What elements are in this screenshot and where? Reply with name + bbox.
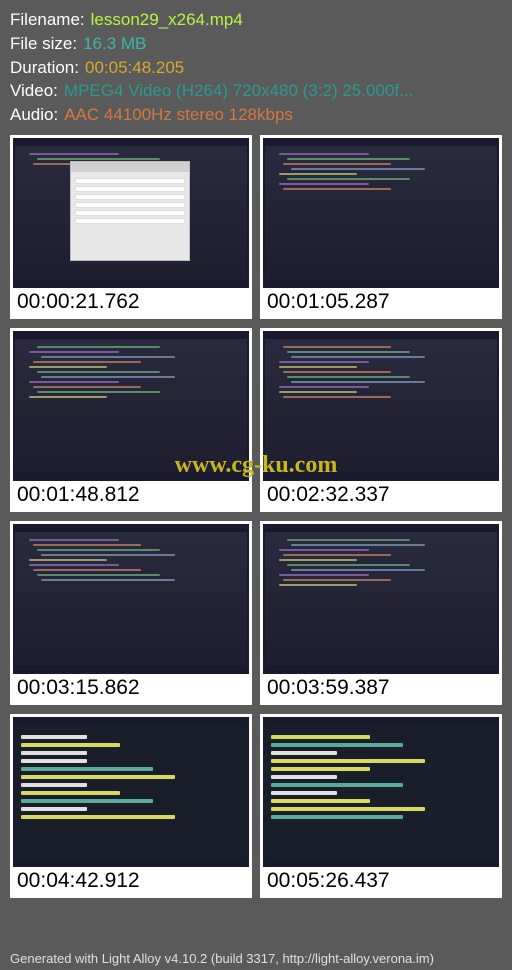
footer-text: Generated with Light Alloy v4.10.2 (buil… xyxy=(10,951,502,966)
duration-row: Duration: 00:05:48.205 xyxy=(10,56,502,80)
thumbnail[interactable]: 00:04:42.912 xyxy=(10,714,252,898)
filesize-label: File size: xyxy=(10,32,77,56)
duration-label: Duration: xyxy=(10,56,79,80)
filename-row: Filename: lesson29_x264.mp4 xyxy=(10,8,502,32)
thumbnail-timestamp: 00:00:21.762 xyxy=(13,288,249,316)
audio-row: Audio: AAC 44100Hz stereo 128kbps xyxy=(10,103,502,127)
thumbnail-image xyxy=(263,331,499,481)
thumbnail[interactable]: 00:00:21.762 xyxy=(10,135,252,319)
audio-value: AAC 44100Hz stereo 128kbps xyxy=(64,103,293,127)
thumbnail-timestamp: 00:03:59.387 xyxy=(263,674,499,702)
thumbnail-timestamp: 00:03:15.862 xyxy=(13,674,249,702)
video-row: Video: MPEG4 Video (H264) 720x480 (3:2) … xyxy=(10,79,502,103)
thumbnail-timestamp: 00:05:26.437 xyxy=(263,867,499,895)
thumbnail-image xyxy=(13,524,249,674)
thumbnail-image xyxy=(13,331,249,481)
thumbnail[interactable]: 00:03:15.862 xyxy=(10,521,252,705)
thumbnail[interactable]: 00:01:48.812 xyxy=(10,328,252,512)
thumbnail[interactable]: 00:03:59.387 xyxy=(260,521,502,705)
thumbnail[interactable]: 00:05:26.437 xyxy=(260,714,502,898)
thumbnail-timestamp: 00:02:32.337 xyxy=(263,481,499,509)
thumbnail-image xyxy=(263,138,499,288)
audio-label: Audio: xyxy=(10,103,58,127)
dialog-icon xyxy=(70,161,190,261)
thumbnail-timestamp: 00:04:42.912 xyxy=(13,867,249,895)
filename-value: lesson29_x264.mp4 xyxy=(91,8,243,32)
filesize-value: 16.3 MB xyxy=(83,32,146,56)
media-info-header: Filename: lesson29_x264.mp4 File size: 1… xyxy=(0,0,512,131)
video-label: Video: xyxy=(10,79,58,103)
thumbnail-image xyxy=(263,717,499,867)
thumbnail-image xyxy=(263,524,499,674)
thumbnail-timestamp: 00:01:48.812 xyxy=(13,481,249,509)
filesize-row: File size: 16.3 MB xyxy=(10,32,502,56)
filename-label: Filename: xyxy=(10,8,85,32)
thumbnail-grid: 00:00:21.762 00:01:05.287 00:01:48.812 xyxy=(0,131,512,902)
thumbnail-image xyxy=(13,138,249,288)
video-value: MPEG4 Video (H264) 720x480 (3:2) 25.000f… xyxy=(64,79,413,103)
thumbnail-timestamp: 00:01:05.287 xyxy=(263,288,499,316)
thumbnail[interactable]: 00:01:05.287 xyxy=(260,135,502,319)
thumbnail-image xyxy=(13,717,249,867)
thumbnail[interactable]: 00:02:32.337 xyxy=(260,328,502,512)
duration-value: 00:05:48.205 xyxy=(85,56,184,80)
